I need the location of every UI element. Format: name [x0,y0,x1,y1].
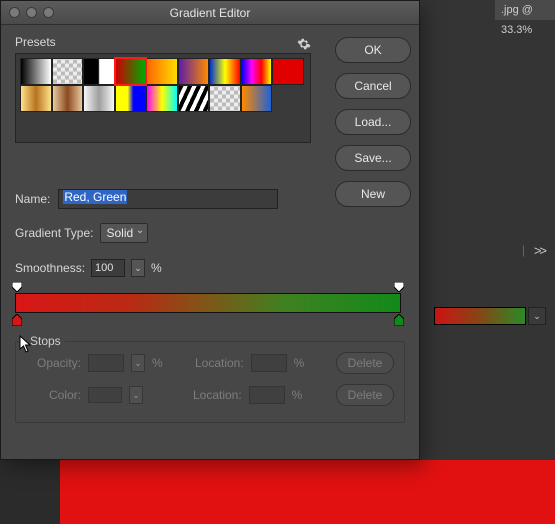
preset-swatch[interactable] [178,58,210,85]
color-stop-left[interactable] [12,314,22,326]
preset-swatch[interactable] [241,85,273,112]
color-location-input[interactable] [249,386,285,404]
preset-swatch[interactable] [241,58,273,85]
preset-swatch[interactable] [146,58,178,85]
opacity-dropdown[interactable]: ⌄ [131,354,145,372]
window-min-dot[interactable] [26,7,37,18]
panel-divider-icon: | [522,243,525,257]
gradient-editor-dialog: Gradient Editor Presets OK Cancel Load..… [0,0,420,460]
color-location-percent: % [292,388,303,402]
gradient-bar[interactable] [15,293,401,313]
opacity-location-label: Location: [186,356,244,370]
preset-swatch[interactable] [115,58,147,85]
panel-collapse-icon[interactable]: >> [534,243,545,258]
color-row-label: Color: [26,388,81,402]
opacity-value-input[interactable] [88,354,124,372]
preset-swatch[interactable] [52,85,84,112]
gradient-type-select[interactable]: Solid [100,223,149,243]
smoothness-unit: % [151,261,162,275]
mouse-cursor-icon [19,335,33,353]
preset-swatch[interactable] [272,58,304,85]
color-swatch[interactable] [88,387,122,403]
preset-swatch[interactable] [52,58,84,85]
ok-button[interactable]: OK [335,37,411,63]
opacity-row-label: Opacity: [26,356,81,370]
color-location-label: Location: [184,388,242,402]
opacity-percent: % [152,356,163,370]
opacity-delete-button[interactable]: Delete [336,352,394,374]
canvas-red-shape [60,460,555,524]
smoothness-label: Smoothness: [15,261,85,275]
presets-well [15,53,311,143]
preset-swatch[interactable] [83,85,115,112]
options-bar-gradient-dropdown[interactable]: ⌄ [528,307,546,325]
right-panel [413,0,555,524]
new-button[interactable]: New [335,181,411,207]
color-delete-button[interactable]: Delete [336,384,394,406]
smoothness-dropdown[interactable]: ⌄ [131,259,145,277]
preset-swatch[interactable] [115,85,147,112]
preset-swatch[interactable] [209,85,241,112]
preset-swatch[interactable] [178,85,210,112]
window-zoom-dot[interactable] [43,7,54,18]
smoothness-input[interactable]: 100 [91,259,125,277]
preset-swatch[interactable] [20,85,52,112]
stops-section: Stops Opacity: ⌄ % Location: % Delete Co… [15,341,405,423]
load-button[interactable]: Load... [335,109,411,135]
name-label: Name: [15,192,50,206]
titlebar[interactable]: Gradient Editor [1,1,419,25]
preset-swatch[interactable] [209,58,241,85]
cancel-button[interactable]: Cancel [335,73,411,99]
preset-swatch[interactable] [146,85,178,112]
preset-swatch[interactable] [20,58,52,85]
document-tab[interactable]: .jpg @ 33.3% [495,0,555,20]
preset-swatch[interactable] [83,58,115,85]
opacity-stop-left[interactable] [12,282,22,292]
gradient-type-label: Gradient Type: [15,226,94,240]
presets-options-icon[interactable] [297,37,311,51]
window-close-dot[interactable] [9,7,20,18]
save-button[interactable]: Save... [335,145,411,171]
name-input[interactable]: Red, Green [58,189,278,209]
options-bar-gradient-preview[interactable] [434,307,526,325]
dialog-title: Gradient Editor [1,6,419,20]
opacity-location-percent: % [294,356,305,370]
opacity-location-input[interactable] [251,354,287,372]
opacity-stop-right[interactable] [394,282,404,292]
color-dropdown[interactable]: ⌄ [129,386,143,404]
color-stop-right[interactable] [394,314,404,326]
